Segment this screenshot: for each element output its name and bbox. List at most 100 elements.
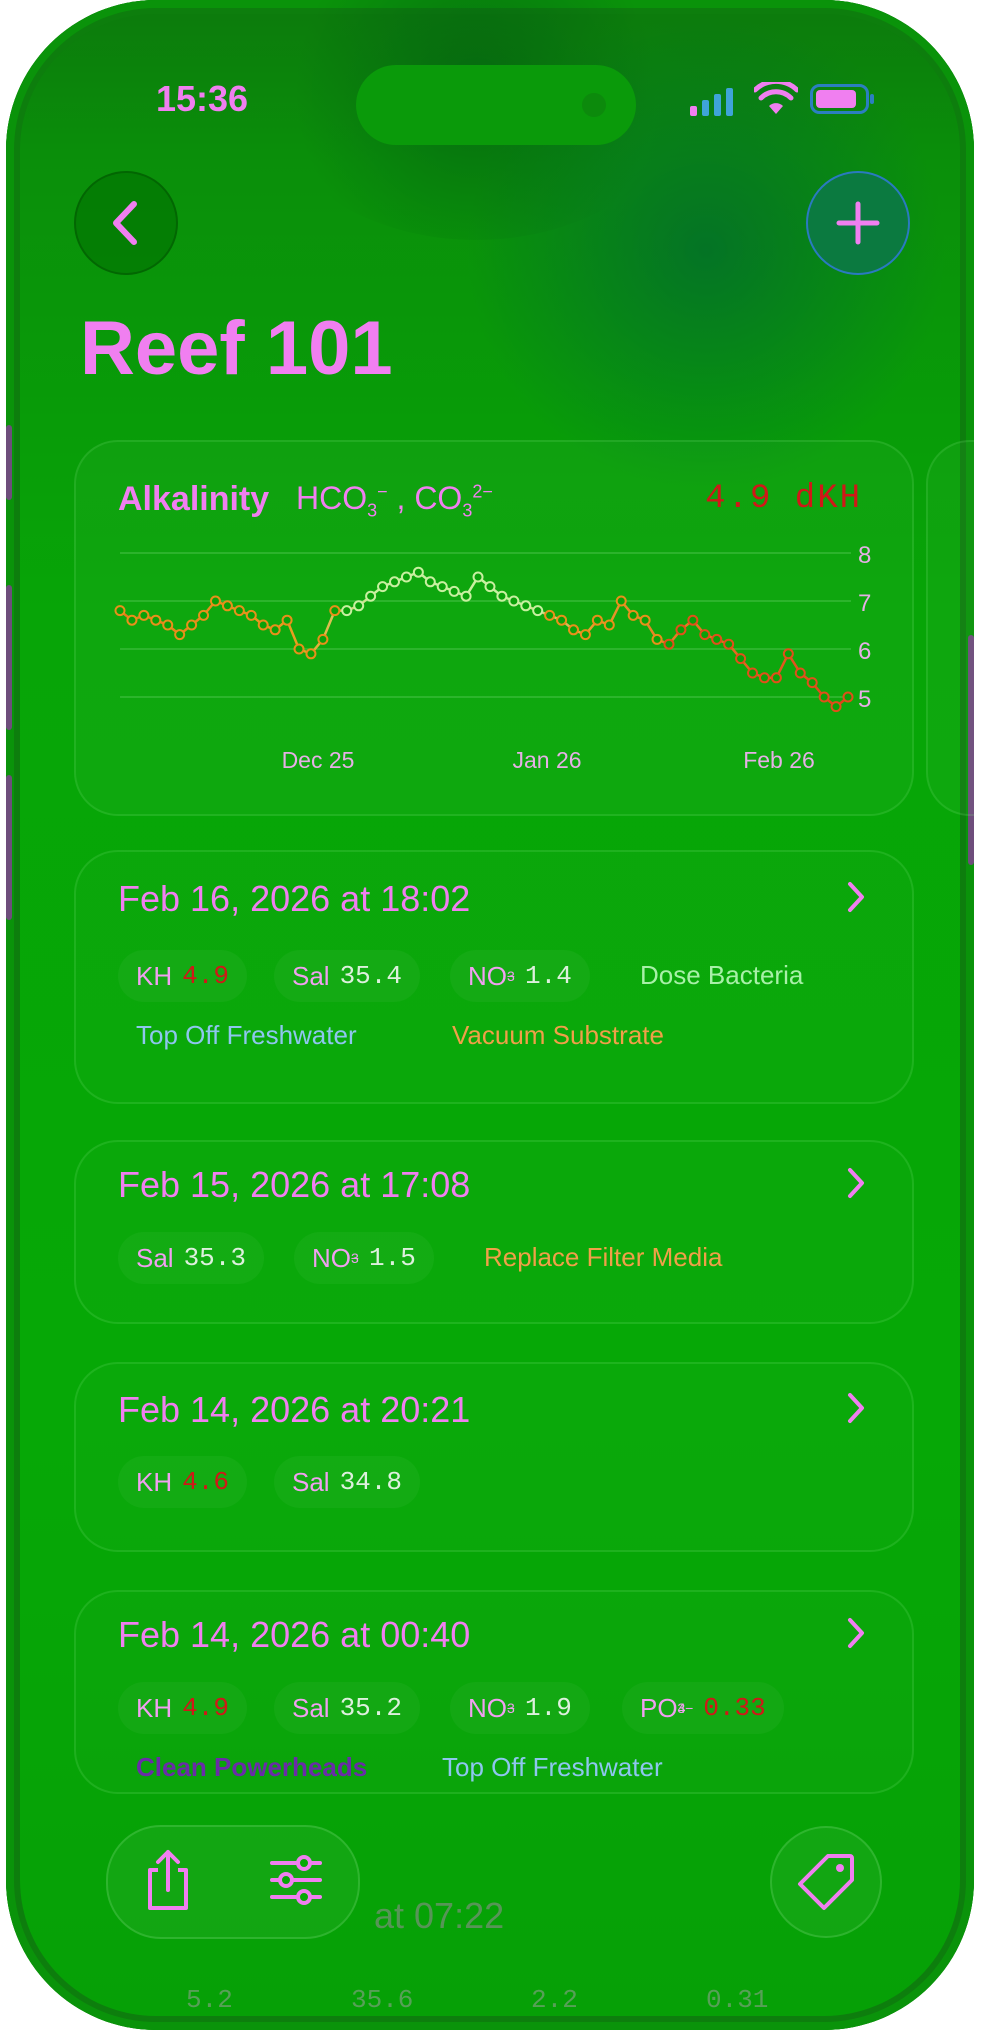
y-axis-ticks: 8 7 6 5 [858, 542, 871, 713]
alkalinity-line-chart: 8 7 6 5 Dec 25 Jan 26 Feb 26 [114, 542, 871, 773]
data-point [556, 614, 568, 626]
parameter-chip: KH 4.9 [118, 950, 247, 1002]
data-point [150, 614, 162, 626]
entry-date: Feb 16, 2026 at 18:02 [118, 878, 471, 919]
data-point [687, 614, 699, 626]
task-tag: Vacuum Substrate [452, 1020, 664, 1050]
data-point [747, 667, 759, 679]
parameter-value: 34.8 [339, 1467, 402, 1497]
parameter-label: KH [136, 960, 173, 991]
data-point [508, 595, 520, 607]
data-point [544, 609, 556, 621]
parameter-chip: Sal 35.3 [118, 1232, 264, 1284]
chevron-right-icon[interactable] [846, 880, 866, 923]
data-point [293, 643, 305, 655]
chevron-right-icon[interactable] [846, 1616, 866, 1659]
share-button[interactable] [136, 1848, 200, 1914]
parameter-value: 35.4 [339, 961, 402, 991]
data-point [448, 585, 460, 597]
partial-value-1: 5.2 [186, 1985, 233, 2015]
parameter-value: 1.9 [524, 1693, 572, 1723]
data-point [317, 633, 329, 645]
data-point [329, 605, 341, 617]
parameter-label: Sal [292, 1692, 330, 1723]
data-point [424, 576, 436, 588]
data-point [711, 633, 723, 645]
task-tag: Replace Filter Media [484, 1242, 723, 1272]
parameter-chip: NO 3−1.9 [450, 1682, 590, 1734]
parameter-chip: Sal 35.4 [274, 950, 420, 1002]
parameter-value: 4.9 [182, 961, 229, 991]
parameter-label: Sal [292, 1466, 330, 1497]
data-point [460, 590, 472, 602]
data-point [568, 624, 580, 636]
filter-button[interactable] [268, 1855, 324, 1905]
parameter-label: KH [136, 1466, 173, 1497]
alkalinity-series-line [119, 570, 849, 709]
data-point [377, 581, 389, 593]
parameter-value: 4.6 [182, 1467, 229, 1497]
partial-entry-date: at 07:22 [374, 1895, 505, 1936]
data-point [353, 600, 365, 612]
data-point [651, 633, 663, 645]
parameter-label: KH [136, 1692, 173, 1723]
task-tag: Top Off Freshwater [136, 1020, 357, 1050]
tag-button[interactable] [770, 1826, 882, 1938]
share-icon [148, 1850, 188, 1910]
data-point [388, 576, 400, 588]
entry-date: Feb 14, 2026 at 00:40 [118, 1614, 471, 1655]
data-point [782, 648, 794, 660]
task-tag: Dose Bacteria [640, 960, 804, 990]
parameter-chip: Sal 34.8 [274, 1456, 420, 1508]
parameter-chip: NO 3−1.5 [294, 1232, 434, 1284]
parameter-chip: KH 4.6 [118, 1456, 247, 1508]
parameter-value: 1.5 [368, 1243, 416, 1273]
data-point [627, 609, 639, 621]
data-point [412, 566, 424, 578]
parameter-value: 0.33 [703, 1693, 766, 1723]
data-point [758, 672, 770, 684]
data-point [770, 672, 782, 684]
parameter-label: Sal [292, 960, 330, 991]
y-tick-label: 5 [858, 686, 871, 713]
y-tick-label: 7 [858, 590, 871, 617]
data-point [221, 600, 233, 612]
data-point [126, 614, 138, 626]
data-point [305, 648, 317, 660]
parameter-chip: Sal 35.2 [274, 1682, 420, 1734]
data-point [233, 605, 245, 617]
data-point [174, 629, 186, 641]
parameter-chip: PO 4 3− 0.33 [622, 1682, 784, 1734]
data-point [591, 614, 603, 626]
parameter-label: Sal [136, 1242, 174, 1273]
data-point [579, 629, 591, 641]
data-point [198, 609, 210, 621]
task-tag: Clean Powerheads [136, 1752, 368, 1782]
device-frame: 15:36 Reef 101 Alkalinity HCO3− , CO32− … [6, 0, 974, 2030]
data-point [186, 619, 198, 631]
data-point [400, 571, 412, 583]
data-point [615, 595, 627, 607]
chevron-right-icon[interactable] [846, 1391, 866, 1434]
chart-points [114, 566, 854, 713]
data-point [257, 619, 269, 631]
tag-icon [798, 1854, 854, 1910]
data-point [281, 614, 293, 626]
data-point [723, 638, 735, 650]
data-point [520, 600, 532, 612]
data-point [663, 638, 675, 650]
chevron-right-icon[interactable] [846, 1166, 866, 1209]
data-point [603, 619, 615, 631]
data-point [735, 653, 747, 665]
data-point [245, 609, 257, 621]
y-tick-label: 8 [858, 542, 871, 569]
entry-date: Feb 15, 2026 at 17:08 [118, 1164, 471, 1205]
partial-value-3: 2.2 [531, 1985, 578, 2015]
chart-grid [120, 552, 851, 698]
y-tick-label: 6 [858, 638, 871, 665]
task-tag: Top Off Freshwater [442, 1752, 663, 1782]
x-tick-label: Feb 26 [743, 747, 815, 773]
data-point [639, 614, 651, 626]
data-point [138, 609, 150, 621]
data-point [794, 667, 806, 679]
